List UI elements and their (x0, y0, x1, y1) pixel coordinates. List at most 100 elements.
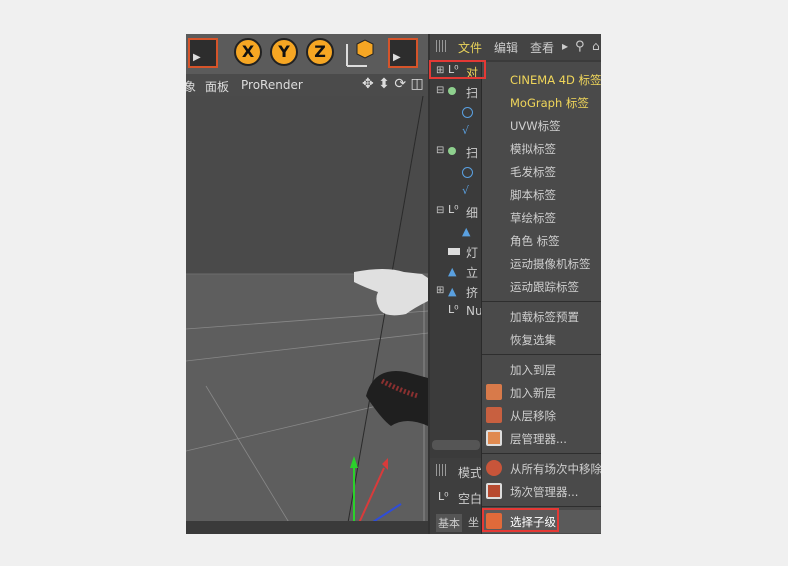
clapper-icon: ▶ (393, 52, 401, 63)
horizontal-scrollbar[interactable] (432, 440, 480, 450)
menu-edit[interactable]: 编辑 (494, 39, 518, 56)
menu-separator (482, 301, 601, 302)
tree-item-spline-1[interactable]: √ (434, 122, 484, 142)
expand-icon[interactable]: ⊟ (436, 145, 444, 156)
menu-item-mograph-tags[interactable]: MoGraph 标签 (482, 91, 601, 114)
menu-item-label: 草绘标签 (510, 211, 556, 225)
tree-item-light[interactable]: 灯 (434, 242, 484, 262)
tree-item-sweep-2[interactable]: ⊟ 扫 (434, 142, 484, 162)
expand-icon[interactable]: ⊟ (436, 85, 444, 96)
take-manager-icon (486, 483, 502, 499)
render-view-button[interactable]: ▶ (388, 38, 418, 68)
tree-item-label: 细 (466, 206, 479, 220)
menu-item-label: 从层移除 (510, 409, 556, 423)
x-axis-lock-button[interactable]: X (234, 38, 262, 66)
menu-item-label: 加入新层 (510, 386, 556, 400)
menu-item-motion-tracking-tags[interactable]: 运动跟踪标签 (482, 275, 601, 298)
light-icon (448, 248, 460, 255)
null-object-icon: L⁰ (438, 490, 449, 503)
menu-item-label: 运动跟踪标签 (510, 280, 579, 294)
menu-item-load-tag-preset[interactable]: 加载标签预置 (482, 305, 601, 328)
object-manager-menu: 文件 编辑 查看 ▸ ⚲ ⌂ (430, 34, 601, 60)
menu-item-label: 加入到层 (510, 363, 556, 377)
menu-item-label: UVW标签 (510, 119, 561, 133)
menu-item-motion-camera-tags[interactable]: 运动摄像机标签 (482, 252, 601, 275)
panel-grip-icon[interactable] (436, 464, 448, 476)
viewport-nav-icons[interactable]: ✥ ⬍ ⟳ ◫ (362, 76, 424, 92)
sweep-icon (448, 147, 456, 155)
new-layer-icon (486, 384, 502, 400)
menu-item-cinema4d-tags[interactable]: CINEMA 4D 标签 (482, 68, 601, 91)
menu-item-label: 场次管理器... (510, 485, 579, 499)
circle-spline-icon (462, 107, 473, 118)
menu-item-remove-from-all-takes[interactable]: 从所有场次中移除 (482, 457, 601, 480)
polygon-object-icon: ▲ (462, 225, 471, 238)
tab-basic[interactable]: 基本 (436, 514, 462, 532)
tree-item-label: 扫 (466, 146, 479, 160)
menu-separator (482, 506, 601, 507)
menu-item-add-new-layer[interactable]: 加入新层 (482, 381, 601, 404)
menu-view[interactable]: 查看 (530, 39, 554, 56)
chevron-right-icon[interactable]: ▸ (562, 39, 568, 53)
home-icon[interactable]: ⌂ (592, 39, 600, 53)
menu-item-script-tags[interactable]: 脚本标签 (482, 183, 601, 206)
3d-viewport[interactable] (186, 95, 429, 534)
null-object-icon: L⁰ (448, 203, 459, 216)
circle-spline-icon (462, 167, 473, 178)
menu-item-add-to-layer[interactable]: 加入到层 (482, 358, 601, 381)
search-icon[interactable]: ⚲ (575, 39, 585, 54)
menu-item-label: 层管理器... (510, 432, 567, 446)
layer-manager-icon (486, 430, 502, 446)
tree-item-mesh[interactable]: ▲ (434, 222, 484, 242)
menu-item-sketch-tags[interactable]: 草绘标签 (482, 206, 601, 229)
tags-context-menu: CINEMA 4D 标签 MoGraph 标签 UVW标签 模拟标签 毛发标签 … (481, 62, 601, 534)
tree-item-cube[interactable]: ▲ 立 (434, 262, 484, 282)
expand-icon[interactable]: ⊞ (436, 285, 444, 296)
annotation-highlight-object (429, 60, 486, 79)
remove-layer-icon (486, 407, 502, 423)
attribute-manager: 模式 L⁰ 空白 基本 坐 (430, 458, 482, 534)
menu-item-character-tags[interactable]: 角色 标签 (482, 229, 601, 252)
menu-item-label: 加载标签预置 (510, 310, 579, 324)
spline-icon: √ (462, 124, 470, 137)
viewport-menu-display[interactable]: 象 (186, 78, 196, 95)
menu-item-layer-manager[interactable]: 层管理器... (482, 427, 601, 450)
menu-item-label: 恢复选集 (510, 333, 556, 347)
coordinate-system-icon (346, 39, 374, 67)
attr-mode-menu[interactable]: 模式 (458, 464, 482, 481)
cinema4d-window: ▶ X Y Z ▶ 象 面板 ProRender ✥ ⬍ ⟳ ◫ 文件 编辑 查… (186, 34, 601, 534)
tree-item-spline-2[interactable]: √ (434, 182, 484, 202)
tree-item-label: 立 (466, 266, 479, 280)
tree-item-circle-1[interactable] (434, 102, 484, 122)
tree-item-extrude[interactable]: ⊞ ▲ 挤 (434, 282, 484, 302)
tree-item-null[interactable]: L⁰ Nu (434, 302, 484, 322)
menu-item-restore-selection[interactable]: 恢复选集 (482, 328, 601, 351)
viewport-menu-bar: 象 面板 ProRender ✥ ⬍ ⟳ ◫ (186, 74, 428, 96)
spline-icon: √ (462, 184, 470, 197)
z-axis-lock-button[interactable]: Z (306, 38, 334, 66)
menu-item-uvw-tags[interactable]: UVW标签 (482, 114, 601, 137)
panel-grip-icon[interactable] (436, 40, 448, 52)
render-region-button[interactable]: ▶ (188, 38, 218, 68)
menu-item-simulation-tags[interactable]: 模拟标签 (482, 137, 601, 160)
menu-item-take-manager[interactable]: 场次管理器... (482, 480, 601, 503)
tree-item-subdivision[interactable]: ⊟ L⁰ 细 (434, 202, 484, 222)
coordinate-system-button[interactable] (341, 36, 375, 70)
menu-item-label: 毛发标签 (510, 165, 556, 179)
menu-item-hair-tags[interactable]: 毛发标签 (482, 160, 601, 183)
viewport-scene (186, 95, 429, 534)
menu-item-label: MoGraph 标签 (510, 96, 589, 110)
expand-icon[interactable]: ⊟ (436, 205, 444, 216)
y-axis-lock-button[interactable]: Y (270, 38, 298, 66)
menu-item-label: 模拟标签 (510, 142, 556, 156)
tab-coordinates[interactable]: 坐 (468, 514, 479, 530)
tree-item-sweep-1[interactable]: ⊟ 扫 (434, 82, 484, 102)
menu-file[interactable]: 文件 (458, 39, 482, 56)
menu-item-label: 运动摄像机标签 (510, 257, 591, 271)
tree-item-label: 扫 (466, 86, 479, 100)
extrude-icon: ▲ (448, 285, 457, 298)
tree-item-circle-2[interactable] (434, 162, 484, 182)
viewport-menu-prorender[interactable]: ProRender (241, 78, 303, 92)
viewport-menu-panel[interactable]: 面板 (205, 78, 229, 95)
menu-item-remove-from-layer[interactable]: 从层移除 (482, 404, 601, 427)
